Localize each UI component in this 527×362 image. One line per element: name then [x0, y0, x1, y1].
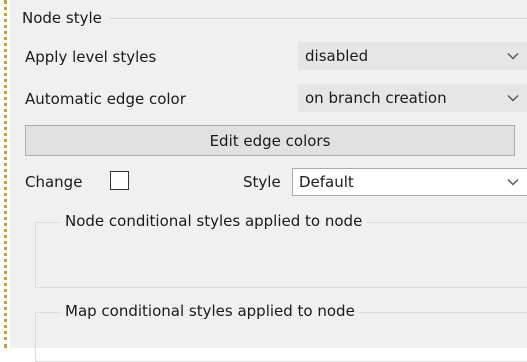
apply-level-styles-value: disabled: [305, 47, 369, 65]
chevron-down-icon: [499, 85, 527, 111]
edit-edge-colors-label: Edit edge colors: [209, 131, 331, 150]
automatic-edge-color-label: Automatic edge color: [25, 90, 186, 108]
section-divider: [109, 17, 527, 19]
apply-level-styles-dropdown[interactable]: disabled: [298, 42, 527, 70]
change-checkbox[interactable]: [110, 171, 129, 190]
edit-edge-colors-button[interactable]: Edit edge colors: [25, 125, 515, 156]
node-style-section-header: Node style: [22, 6, 527, 30]
chevron-down-icon: [499, 43, 527, 69]
automatic-edge-color-value: on branch creation: [305, 89, 447, 107]
node-conditional-styles-group: Node conditional styles applied to node: [35, 212, 527, 288]
style-label: Style: [243, 173, 281, 191]
map-conditional-styles-legend: Map conditional styles applied to node: [61, 302, 359, 320]
change-label: Change: [25, 173, 83, 191]
apply-level-styles-label: Apply level styles: [25, 48, 157, 66]
selection-dotted-border: [0, 0, 7, 348]
style-dropdown[interactable]: Default: [292, 168, 527, 196]
section-title: Node style: [22, 9, 102, 27]
style-value: Default: [299, 173, 354, 191]
node-style-panel: Node style Apply level styles disabled A…: [10, 0, 527, 362]
chevron-down-icon: [499, 169, 527, 195]
map-conditional-styles-group: Map conditional styles applied to node: [35, 302, 527, 362]
automatic-edge-color-dropdown[interactable]: on branch creation: [298, 84, 527, 112]
node-conditional-styles-legend: Node conditional styles applied to node: [61, 212, 367, 230]
